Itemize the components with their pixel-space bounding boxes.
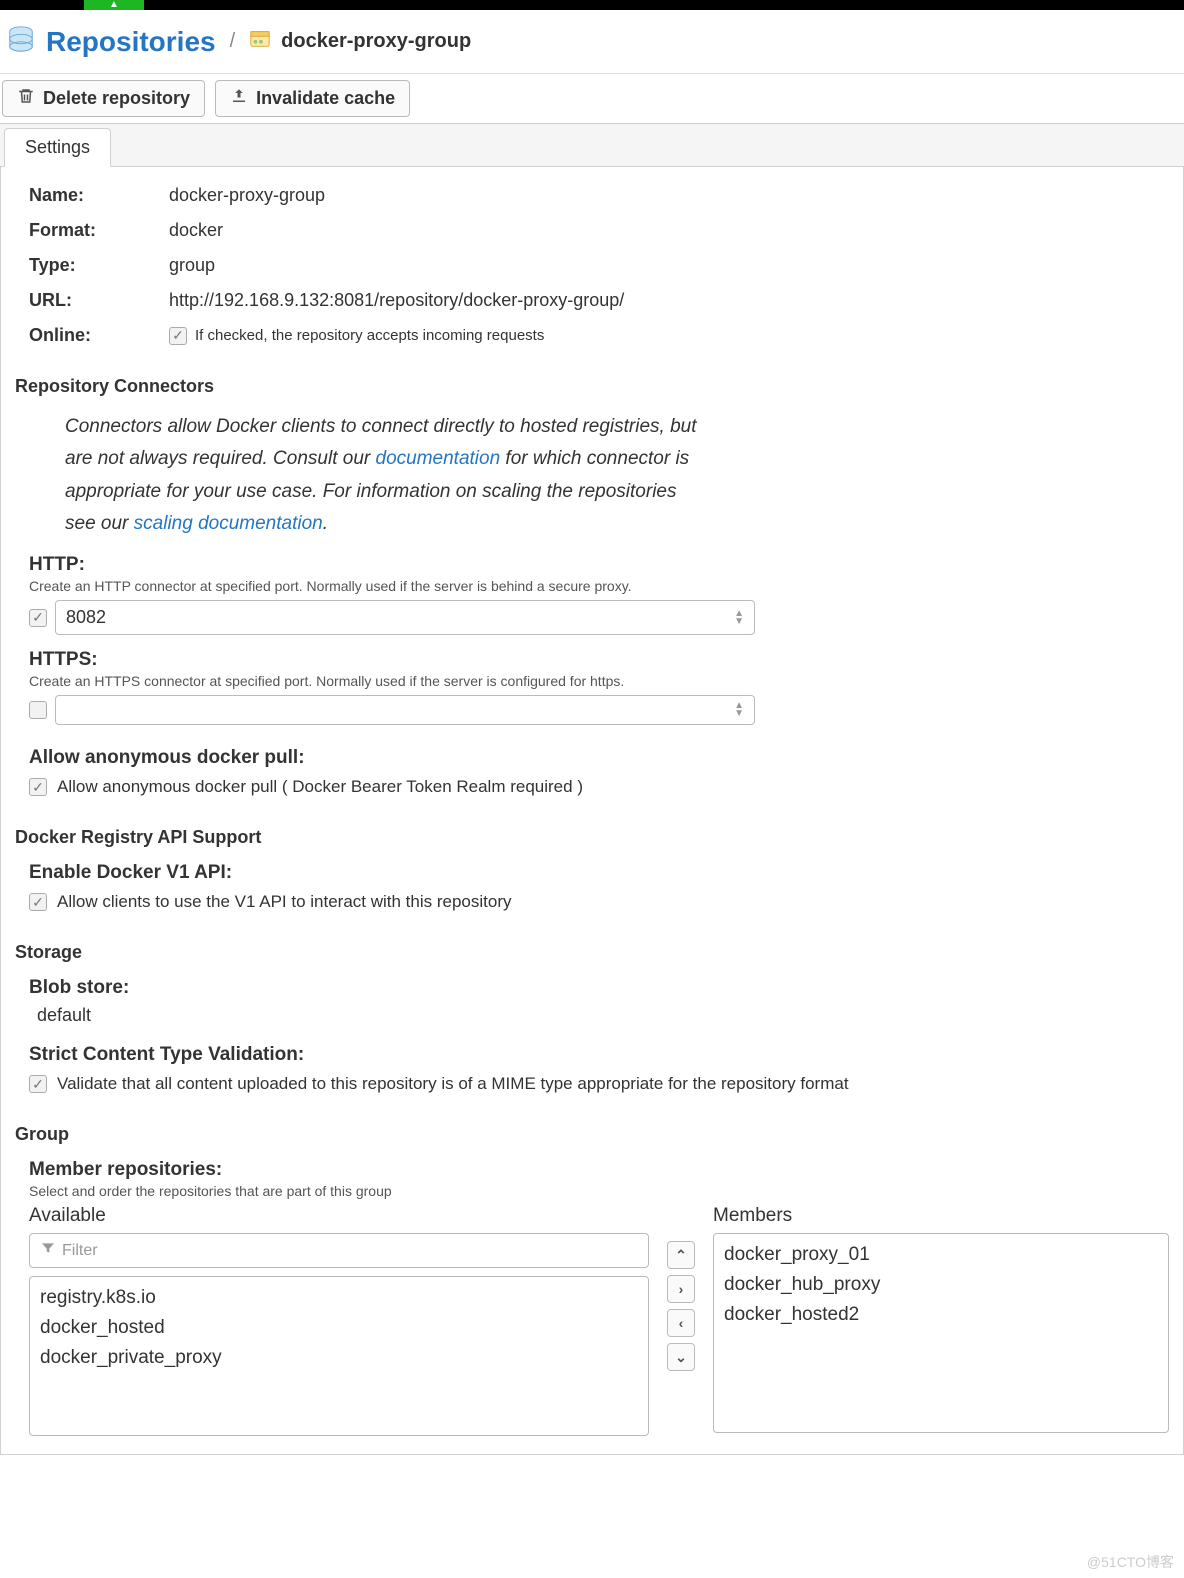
connectors-description: Connectors allow Docker clients to conne…	[65, 411, 705, 540]
name-label: Name:	[29, 185, 169, 206]
filter-icon	[40, 1240, 56, 1261]
api-heading: Docker Registry API Support	[15, 827, 1169, 848]
upload-icon	[230, 87, 248, 110]
settings-panel: Name: docker-proxy-group Format: docker …	[0, 167, 1184, 1455]
list-item[interactable]: registry.k8s.io	[40, 1283, 638, 1313]
remove-button[interactable]: ‹	[667, 1309, 695, 1337]
list-item[interactable]: docker_hub_proxy	[724, 1270, 1158, 1300]
number-spinner-icon[interactable]: ▲▼	[734, 610, 744, 626]
http-label: HTTP:	[29, 554, 1169, 576]
transfer-buttons: ⌃ › ‹ ⌄	[667, 1241, 695, 1436]
list-item[interactable]: docker_private_proxy	[40, 1343, 638, 1373]
format-value: docker	[169, 220, 223, 241]
https-port-input[interactable]: ▲▼	[55, 695, 755, 725]
repo-group-icon	[249, 28, 271, 55]
action-toolbar: Delete repository Invalidate cache	[0, 74, 1184, 123]
members-column: Members docker_proxy_01 docker_hub_proxy…	[713, 1205, 1169, 1436]
online-help: If checked, the repository accepts incom…	[195, 327, 544, 344]
blob-store-label: Blob store:	[29, 977, 1169, 999]
storage-heading: Storage	[15, 942, 1169, 963]
tab-settings[interactable]: Settings	[4, 128, 111, 167]
anon-pull-label: Allow anonymous docker pull:	[29, 747, 1169, 769]
v1-api-text: Allow clients to use the V1 API to inter…	[57, 892, 512, 912]
https-label: HTTPS:	[29, 649, 1169, 671]
trash-icon	[17, 87, 35, 110]
move-bottom-button[interactable]: ⌄	[667, 1343, 695, 1371]
v1-api-checkbox[interactable]	[29, 893, 47, 911]
delete-repository-button[interactable]: Delete repository	[2, 80, 205, 117]
v1-api-label: Enable Docker V1 API:	[29, 862, 1169, 884]
tab-row: Settings	[0, 123, 1184, 167]
connectors-desc-post: .	[323, 513, 328, 534]
watermark: @51CTO博客	[1087, 1552, 1174, 1572]
url-value: http://192.168.9.132:8081/repository/doc…	[169, 290, 624, 311]
list-item[interactable]: docker_hosted2	[724, 1300, 1158, 1330]
format-label: Format:	[29, 220, 169, 241]
http-port-value: 8082	[66, 607, 106, 628]
strict-validation-label: Strict Content Type Validation:	[29, 1044, 1169, 1066]
online-checkbox[interactable]	[169, 327, 187, 345]
http-port-input[interactable]: 8082 ▲▼	[55, 600, 755, 635]
list-item[interactable]: docker_proxy_01	[724, 1240, 1158, 1270]
http-help: Create an HTTP connector at specified po…	[29, 578, 1169, 594]
strict-validation-checkbox[interactable]	[29, 1075, 47, 1093]
add-button[interactable]: ›	[667, 1275, 695, 1303]
top-black-bar	[0, 0, 1184, 10]
number-spinner-icon[interactable]: ▲▼	[734, 702, 744, 718]
breadcrumb-root-link[interactable]: Repositories	[46, 26, 216, 58]
blob-store-value: default	[37, 1005, 1169, 1026]
connectors-heading: Repository Connectors	[15, 376, 1169, 397]
anon-pull-checkbox[interactable]	[29, 778, 47, 796]
scaling-documentation-link[interactable]: scaling documentation	[134, 513, 323, 534]
anon-pull-text: Allow anonymous docker pull ( Docker Bea…	[57, 777, 583, 797]
breadcrumb-current: docker-proxy-group	[281, 30, 471, 53]
http-enable-checkbox[interactable]	[29, 609, 47, 627]
invalidate-cache-label: Invalidate cache	[256, 88, 395, 109]
member-repos-label: Member repositories:	[29, 1159, 1169, 1181]
available-filter-input[interactable]: Filter	[29, 1233, 649, 1268]
url-label: URL:	[29, 290, 169, 311]
documentation-link[interactable]: documentation	[376, 448, 501, 469]
move-top-button[interactable]: ⌃	[667, 1241, 695, 1269]
https-help: Create an HTTPS connector at specified p…	[29, 673, 1169, 689]
delete-repository-label: Delete repository	[43, 88, 190, 109]
filter-placeholder: Filter	[62, 1242, 98, 1260]
https-enable-checkbox[interactable]	[29, 701, 47, 719]
type-label: Type:	[29, 255, 169, 276]
members-list: docker_proxy_01 docker_hub_proxy docker_…	[713, 1233, 1169, 1433]
type-value: group	[169, 255, 215, 276]
online-label: Online:	[29, 325, 169, 346]
members-heading: Members	[713, 1205, 1169, 1227]
member-repos-help: Select and order the repositories that a…	[29, 1183, 1169, 1199]
available-heading: Available	[29, 1205, 649, 1227]
strict-validation-text: Validate that all content uploaded to th…	[57, 1074, 849, 1094]
available-list: registry.k8s.io docker_hosted docker_pri…	[29, 1276, 649, 1436]
breadcrumb: Repositories / docker-proxy-group	[0, 10, 1184, 74]
database-icon	[6, 24, 36, 59]
name-value: docker-proxy-group	[169, 185, 325, 206]
available-column: Available Filter registry.k8s.io docker_…	[29, 1205, 649, 1436]
list-item[interactable]: docker_hosted	[40, 1313, 638, 1343]
breadcrumb-separator: /	[230, 30, 236, 53]
group-heading: Group	[15, 1124, 1169, 1145]
active-app-tab-caret: ▲	[84, 0, 144, 10]
invalidate-cache-button[interactable]: Invalidate cache	[215, 80, 410, 117]
